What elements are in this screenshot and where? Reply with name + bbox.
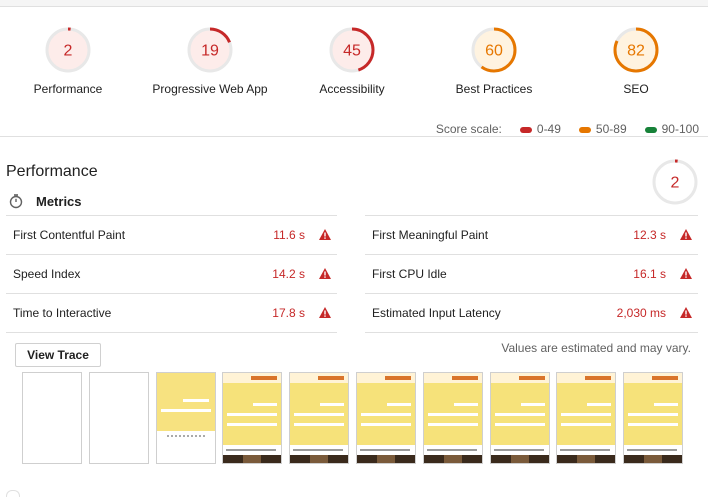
gauge-label: Best Practices	[455, 82, 533, 96]
warning-icon	[319, 307, 331, 318]
pass-range-label: 90-100	[661, 122, 699, 136]
metric-speed-index: Speed Index 14.2 s	[6, 254, 337, 293]
metrics-header[interactable]: Metrics	[8, 193, 82, 209]
warning-icon	[319, 268, 331, 279]
gauge-performance[interactable]: 2 Performance	[0, 26, 148, 96]
gauge-accessibility[interactable]: 45 Accessibility	[272, 26, 432, 96]
warning-icon	[680, 268, 692, 279]
metric-value: 2,030 ms	[616, 306, 666, 320]
score-scale-label: Score scale:	[435, 122, 502, 136]
category-gauge: 2	[651, 158, 699, 211]
metric-first-contentful-paint: First Contentful Paint 11.6 s	[6, 215, 337, 254]
filmstrip-frame	[489, 372, 550, 464]
category-gauge-ring: 2	[652, 159, 698, 205]
filmstrip-frame	[155, 372, 216, 464]
gauge-label: Performance	[33, 82, 103, 96]
gauge-label: SEO	[623, 82, 649, 96]
warning-icon	[680, 307, 692, 318]
warning-icon	[680, 229, 692, 240]
average-range-swatch	[578, 127, 591, 133]
metric-value: 16.1 s	[633, 267, 666, 281]
metric-first-cpu-idle: First CPU Idle 16.1 s	[365, 254, 698, 293]
metric-value: 11.6 s	[273, 228, 305, 242]
metric-value: 14.2 s	[272, 267, 305, 281]
metric-name: First Meaningful Paint	[372, 228, 489, 242]
gauge-seo[interactable]: 82 SEO	[556, 26, 708, 96]
metric-name: Estimated Input Latency	[372, 306, 501, 320]
fail-range-swatch	[519, 127, 532, 133]
metric-time-to-interactive: Time to Interactive 17.8 s	[6, 293, 337, 333]
filmstrip-frame	[22, 372, 82, 464]
metric-name: First CPU Idle	[372, 267, 447, 281]
warning-icon	[319, 229, 331, 240]
estimate-note: Values are estimated and may vary.	[501, 341, 691, 355]
filmstrip-frame	[88, 372, 149, 464]
score-scale-legend: Score scale: 0-49 50-89 90-100	[436, 122, 699, 136]
metric-name: Time to Interactive	[13, 306, 112, 320]
gauge-ring: 45	[329, 27, 375, 73]
gauge-best-practices[interactable]: 60 Best Practices	[414, 26, 574, 96]
gauge-score: 19	[201, 43, 219, 60]
gauge-score: 45	[343, 43, 361, 60]
gauge-ring: 82	[613, 27, 659, 73]
section-divider	[0, 136, 708, 137]
gauge-ring: 19	[187, 27, 233, 73]
metric-name: Speed Index	[13, 267, 81, 281]
view-trace-button[interactable]: View Trace	[15, 343, 101, 367]
gauge-score: 82	[627, 43, 645, 60]
gauge-ring: 2	[45, 27, 91, 73]
fail-range-label: 0-49	[536, 122, 561, 136]
metric-name: First Contentful Paint	[13, 228, 126, 242]
metric-first-meaningful-paint: First Meaningful Paint 12.3 s	[365, 215, 698, 254]
gauge-ring: 60	[471, 27, 517, 73]
filmstrip-frame	[422, 372, 483, 464]
metrics-title: Metrics	[36, 193, 82, 209]
metric-value: 12.3 s	[633, 228, 666, 242]
stopwatch-icon	[9, 194, 23, 209]
gauge-score: 2	[64, 43, 73, 60]
average-range-label: 50-89	[595, 122, 627, 136]
pass-range-swatch	[644, 127, 657, 133]
category-title: Performance	[6, 163, 98, 180]
metric-value: 17.8 s	[272, 306, 305, 320]
gauge-pwa[interactable]: 19 Progressive Web App	[130, 26, 290, 96]
category-score: 2	[671, 175, 680, 192]
filmstrip-frame	[289, 372, 350, 464]
filmstrip-frame	[222, 372, 283, 464]
score-gauges: 2 Performance 19 Progressive Web App 45 …	[0, 6, 708, 136]
gauge-label: Accessibility	[319, 82, 385, 96]
gauge-score: 60	[485, 43, 503, 60]
metric-estimated-input-latency: Estimated Input Latency 2,030 ms	[365, 293, 698, 333]
filmstrip-frame	[356, 372, 416, 464]
gauge-label: Progressive Web App	[152, 82, 268, 96]
filmstrip-frame	[623, 372, 684, 464]
filmstrip-frame	[556, 372, 617, 464]
